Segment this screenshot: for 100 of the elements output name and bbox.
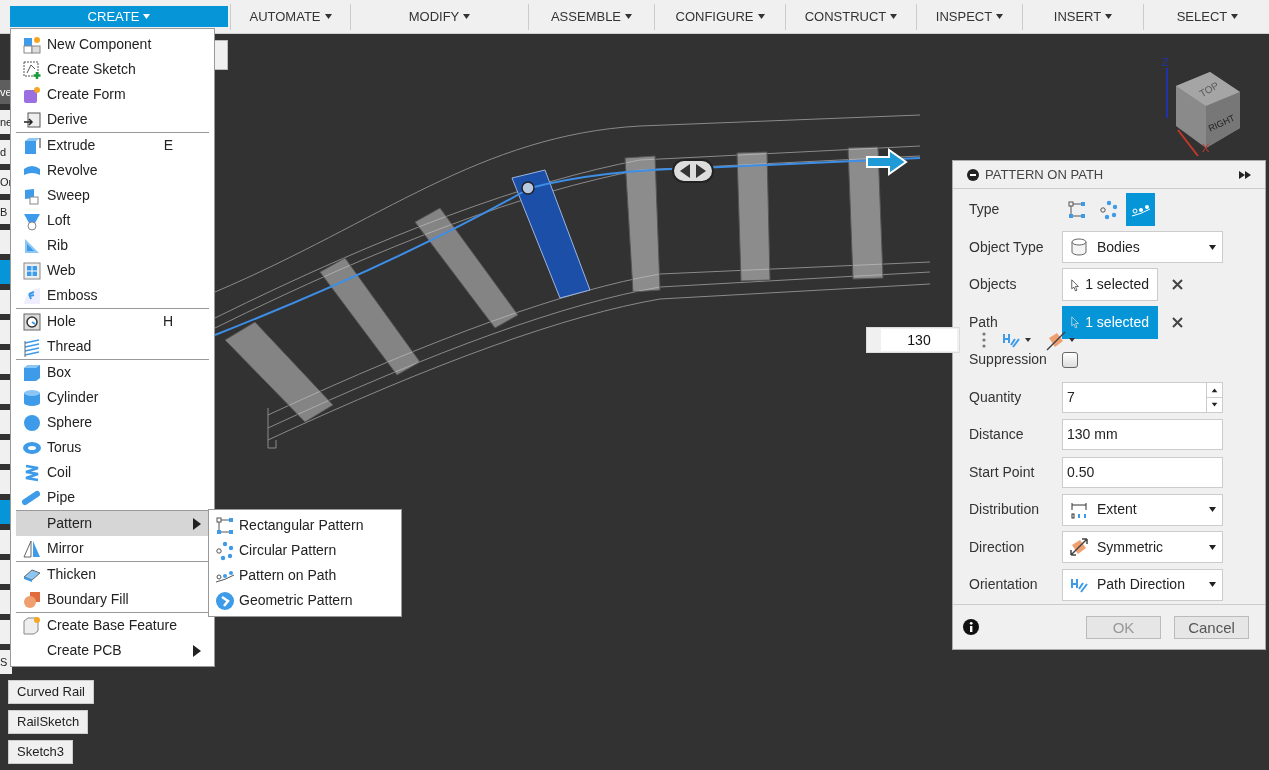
axis-label: Z <box>1162 56 1169 68</box>
checkbox[interactable] <box>1062 351 1078 368</box>
submenu-item[interactable]: Circular Pattern <box>209 538 401 563</box>
menu-item[interactable]: Mirror <box>16 536 209 561</box>
menu-item[interactable]: Box <box>16 360 209 385</box>
menu-item[interactable]: Thicken <box>16 562 209 587</box>
menu-item[interactable]: Sphere <box>16 410 209 435</box>
point-icon[interactable] <box>521 181 535 195</box>
menu-item[interactable]: Web <box>16 258 209 283</box>
field-label: Objects <box>969 275 1018 295</box>
menu-item[interactable]: Rib <box>16 233 209 258</box>
menu-item[interactable]: Sweep <box>16 183 209 208</box>
clear-icon[interactable] <box>1172 316 1183 328</box>
toolbar-tab[interactable]: SELECT <box>1146 6 1269 27</box>
browser-item[interactable]: Sketch3 <box>8 740 73 764</box>
collapse-icon[interactable] <box>967 168 979 181</box>
geometric-pattern-icon <box>215 590 235 611</box>
menu-item[interactable]: New Component <box>16 32 209 57</box>
cursor-icon <box>1071 276 1080 293</box>
dropdown[interactable]: Path Direction <box>1062 568 1223 601</box>
field-label: Type <box>969 200 1001 220</box>
input-field[interactable]: 130 mm <box>1062 419 1223 451</box>
caret-icon <box>324 14 332 19</box>
arrow-icon[interactable] <box>866 148 908 176</box>
direction-icon[interactable] <box>1046 329 1076 351</box>
info-icon[interactable] <box>963 619 979 635</box>
dropdown[interactable]: Extent <box>1062 493 1223 526</box>
menu-item[interactable]: Create Form <box>16 82 209 107</box>
menu-item[interactable]: Pipe <box>16 485 209 510</box>
toolbar-tab[interactable]: INSERT <box>1025 6 1141 27</box>
shortcut-label: H <box>162 312 173 331</box>
submenu-item[interactable]: Pattern on Path <box>209 563 401 588</box>
boundary-fill-icon <box>22 589 42 610</box>
toolbar-tab[interactable]: AUTOMATE <box>233 6 348 27</box>
selected-tie-drawing[interactable] <box>511 169 591 299</box>
menu-item[interactable]: Cylinder <box>16 385 209 410</box>
toolbar-tab[interactable]: CONSTRUCT <box>788 6 914 27</box>
caret-icon <box>1105 14 1113 19</box>
field-label: Object Type <box>969 237 1045 257</box>
toolbar-tab[interactable]: ASSEMBLE <box>531 6 652 27</box>
dropdown[interactable]: Symmetric <box>1062 531 1223 564</box>
field-label: Suppression <box>969 350 1048 370</box>
rectangular-pattern-icon <box>1066 199 1087 220</box>
submenu-item[interactable]: Geometric Pattern <box>209 588 401 613</box>
caret-icon <box>143 14 151 19</box>
menu-item[interactable]: Create Sketch <box>16 57 209 82</box>
axis-line <box>1166 67 1168 119</box>
menu-item[interactable]: Pattern <box>16 511 209 536</box>
selection-button[interactable]: 1 selected <box>1062 268 1158 302</box>
menu-item[interactable]: Loft <box>16 208 209 233</box>
sphere-icon <box>22 412 42 433</box>
toolbar-tab[interactable]: INSPECT <box>919 6 1020 27</box>
orientation-icon[interactable] <box>1002 332 1032 348</box>
menu-item[interactable]: Revolve <box>16 158 209 183</box>
spinner-field[interactable]: 7 <box>1062 381 1223 413</box>
caret-icon <box>1209 544 1216 550</box>
thread-icon <box>22 336 42 357</box>
menu-item[interactable]: Derive <box>16 107 209 132</box>
toolbar-tab[interactable]: CONFIGURE <box>657 6 783 27</box>
menu-item[interactable]: Coil <box>16 460 209 485</box>
more-icon[interactable] <box>982 332 986 348</box>
value-input-field[interactable]: 130 <box>866 327 960 353</box>
caret-icon <box>1209 507 1216 513</box>
input-field[interactable]: 0.50 <box>1062 456 1223 488</box>
pattern-type-button[interactable] <box>1126 193 1155 227</box>
field-label: Quantity <box>969 387 1023 407</box>
field-label: Direction <box>969 537 1026 557</box>
handle-icon[interactable] <box>672 159 714 183</box>
expand-icon[interactable] <box>1239 170 1251 179</box>
caret-icon <box>996 14 1004 19</box>
shortcut-label: E <box>163 136 173 155</box>
component-icon <box>22 34 42 55</box>
field-label: Distance <box>969 425 1025 445</box>
derive-icon <box>22 109 42 130</box>
submenu-item[interactable]: Rectangular Pattern <box>209 513 401 538</box>
field-label: Distribution <box>969 500 1041 520</box>
cylinder-icon <box>1069 237 1089 258</box>
form-icon <box>22 84 42 105</box>
caret-icon <box>463 14 471 19</box>
menu-item[interactable]: Thread <box>16 334 209 359</box>
menu-item[interactable]: Torus <box>16 435 209 460</box>
circular-pattern-icon <box>215 540 235 561</box>
hole-icon <box>22 311 42 332</box>
menu-item[interactable]: Extrude E <box>16 133 209 158</box>
spin-arrows-icon[interactable] <box>1206 382 1222 412</box>
axis-line <box>1177 129 1199 156</box>
menu-item[interactable]: Emboss <box>16 283 209 308</box>
browser-item[interactable]: Curved Rail <box>8 680 94 704</box>
menu-item[interactable]: Create PCB <box>16 638 209 663</box>
clear-icon[interactable] <box>1172 279 1183 291</box>
toolbar-tab[interactable]: MODIFY <box>353 6 526 27</box>
browser-item[interactable]: RailSketch <box>8 710 89 734</box>
field-label: Path <box>969 312 999 332</box>
cancel-button[interactable]: Cancel <box>1174 615 1249 639</box>
caret-icon <box>757 14 765 19</box>
menu-item[interactable]: Boundary Fill <box>16 587 209 612</box>
menu-item[interactable]: Hole H <box>16 309 209 334</box>
dropdown[interactable]: Bodies <box>1062 231 1223 264</box>
menu-item[interactable]: Create Base Feature <box>16 613 209 638</box>
circular-pattern-icon <box>1098 199 1119 220</box>
